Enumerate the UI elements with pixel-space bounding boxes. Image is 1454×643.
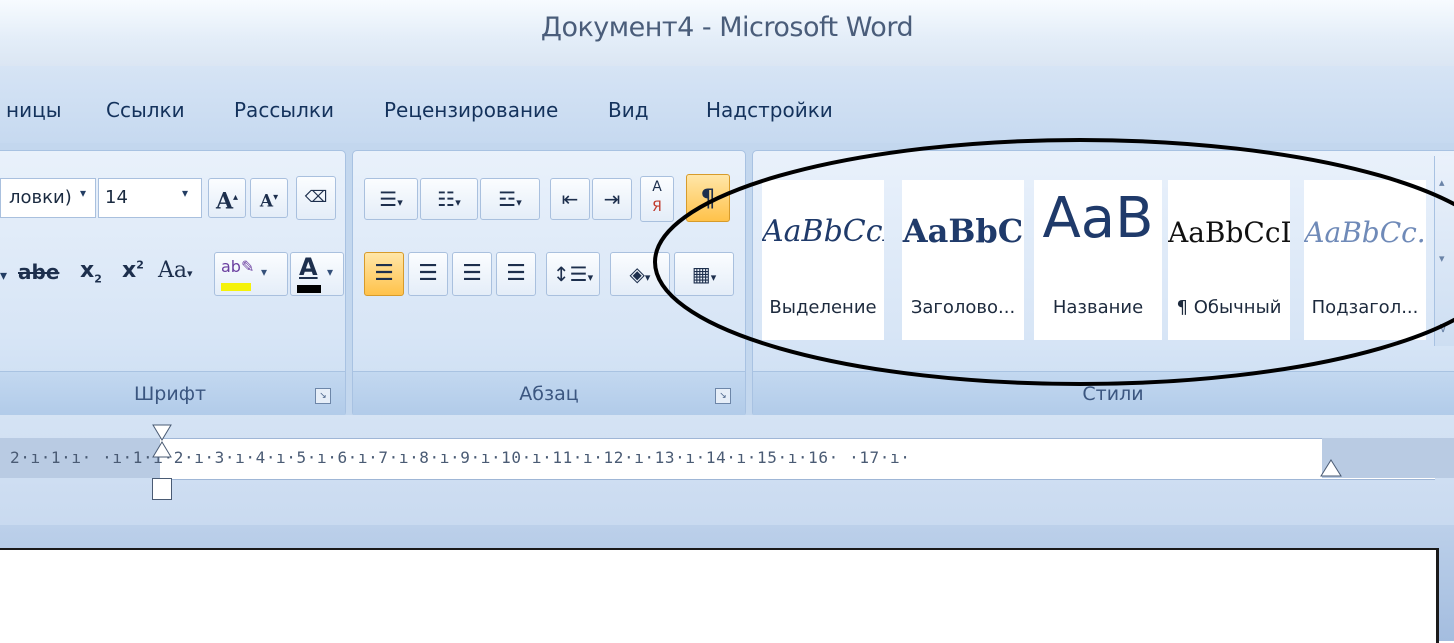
highlight-ellipse-annotation — [653, 138, 1454, 386]
